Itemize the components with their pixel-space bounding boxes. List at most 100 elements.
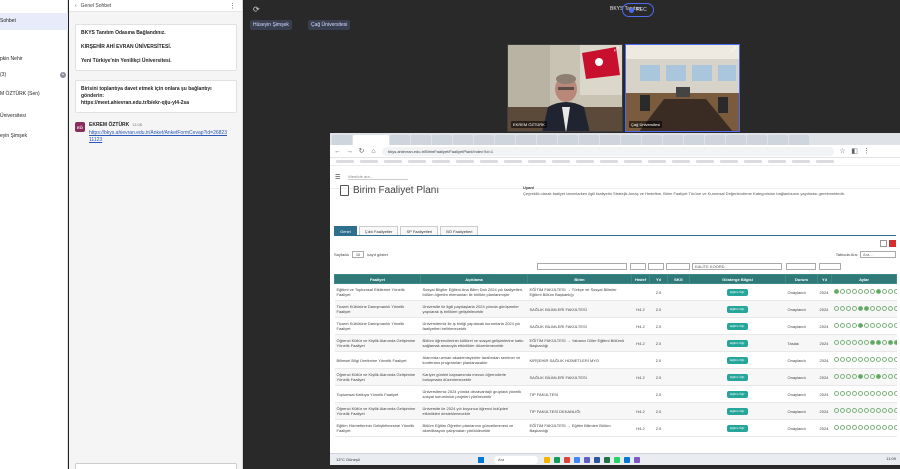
bookmark[interactable] <box>408 160 426 163</box>
bookmark[interactable] <box>720 160 738 163</box>
month-indicator[interactable] <box>875 374 881 379</box>
browser-tab[interactable] <box>621 135 641 145</box>
status-badge[interactable]: Eğitim Öğr. <box>727 407 748 415</box>
back-icon[interactable]: ‹ <box>75 3 77 9</box>
month-indicator[interactable] <box>851 425 857 430</box>
month-indicator[interactable] <box>863 289 869 294</box>
browser-tab[interactable] <box>684 135 704 145</box>
hamburger-icon[interactable]: ☰ <box>335 174 340 181</box>
month-indicator[interactable] <box>863 425 869 430</box>
app-icon[interactable] <box>634 457 640 463</box>
month-indicator[interactable] <box>833 357 839 362</box>
month-indicator[interactable] <box>833 374 839 379</box>
month-indicator[interactable] <box>857 374 863 379</box>
browser-tab[interactable] <box>600 135 620 145</box>
bookmark[interactable] <box>384 160 402 163</box>
month-indicator[interactable] <box>869 340 875 345</box>
month-indicator[interactable] <box>833 340 839 345</box>
month-indicator[interactable] <box>893 408 897 413</box>
menu-search-input[interactable]: Menüde ara... <box>348 174 409 180</box>
reload-icon[interactable]: ↻ <box>358 147 365 155</box>
whatsapp-icon[interactable] <box>614 457 620 463</box>
browser-tab[interactable] <box>332 135 352 145</box>
extensions-icon[interactable]: ◧ <box>851 147 858 155</box>
left-nav-item-chat[interactable]: Sohbet <box>0 18 16 24</box>
month-indicator[interactable] <box>869 289 875 294</box>
month-indicator[interactable] <box>839 289 845 294</box>
table-row[interactable]: Ticaret Kültürüne Danışmanlık Yönelik Fa… <box>334 300 897 318</box>
month-indicator[interactable] <box>881 340 887 345</box>
month-indicator[interactable] <box>833 289 839 294</box>
app-icon[interactable] <box>554 457 560 463</box>
weather-widget[interactable]: 13°C Güneşli <box>336 457 386 462</box>
browser-tab[interactable] <box>747 135 767 145</box>
left-nav-item-3[interactable]: M ÖZTÜRK (Sen) <box>0 91 40 97</box>
month-indicator[interactable] <box>869 306 875 311</box>
month-indicator[interactable] <box>881 374 887 379</box>
browser-tab[interactable] <box>516 135 536 145</box>
month-indicator[interactable] <box>863 306 869 311</box>
bookmark[interactable] <box>552 160 570 163</box>
left-nav-item-2[interactable]: (3) <box>0 72 6 78</box>
browser-tab[interactable] <box>579 135 599 145</box>
column-header[interactable]: Gösterge Bilgisi <box>689 274 786 284</box>
bookmark[interactable] <box>336 160 354 163</box>
month-indicator[interactable] <box>839 323 845 328</box>
excel-icon[interactable] <box>604 457 610 463</box>
browser-tab[interactable] <box>558 135 578 145</box>
filter-birim-1[interactable] <box>537 263 627 270</box>
column-header[interactable]: SKG <box>667 274 690 284</box>
address-bar[interactable]: bkys.ahievran.edu.tr/BirimFaaliyet/Faali… <box>382 146 834 156</box>
month-indicator[interactable] <box>875 408 881 413</box>
browser-tab[interactable] <box>642 135 662 145</box>
month-indicator[interactable] <box>893 323 897 328</box>
month-indicator[interactable] <box>845 357 851 362</box>
filter-yil-2[interactable] <box>819 263 841 270</box>
column-header[interactable]: Açıklama <box>420 274 528 284</box>
word-icon[interactable] <box>594 457 600 463</box>
month-indicator[interactable] <box>839 408 845 413</box>
month-indicator[interactable] <box>863 340 869 345</box>
month-indicator[interactable] <box>893 374 897 379</box>
month-indicator[interactable] <box>851 374 857 379</box>
month-indicator[interactable] <box>857 425 863 430</box>
status-badge[interactable]: Eğitim Öğr. <box>727 305 748 313</box>
home-icon[interactable]: ⌂ <box>370 148 377 155</box>
month-indicator[interactable] <box>851 340 857 345</box>
month-indicator[interactable] <box>839 357 845 362</box>
bookmark[interactable] <box>816 160 834 163</box>
browser-tab[interactable] <box>768 135 788 145</box>
month-indicator[interactable] <box>857 391 863 396</box>
bookmark[interactable] <box>456 160 474 163</box>
month-indicator[interactable] <box>887 357 893 362</box>
month-indicator[interactable] <box>857 289 863 294</box>
month-indicator[interactable] <box>833 425 839 430</box>
bookmark[interactable] <box>744 160 762 163</box>
bookmark[interactable] <box>360 160 378 163</box>
month-indicator[interactable] <box>839 374 845 379</box>
bookmark[interactable] <box>624 160 642 163</box>
month-indicator[interactable] <box>887 425 893 430</box>
filter-durum[interactable] <box>786 263 816 270</box>
bookmark[interactable] <box>648 160 666 163</box>
record-button[interactable]: REC <box>622 3 654 17</box>
month-indicator[interactable] <box>893 357 897 362</box>
month-indicator[interactable] <box>887 408 893 413</box>
month-indicator[interactable] <box>869 425 875 430</box>
browser-tab[interactable] <box>411 135 431 145</box>
browser-tab[interactable] <box>390 135 410 145</box>
month-indicator[interactable] <box>881 408 887 413</box>
bookmark[interactable] <box>696 160 714 163</box>
month-indicator[interactable] <box>845 340 851 345</box>
month-indicator[interactable] <box>869 408 875 413</box>
browser-tab[interactable] <box>705 135 725 145</box>
bookmark[interactable] <box>504 160 522 163</box>
month-indicator[interactable] <box>869 374 875 379</box>
table-row[interactable]: Ticaret Kültürüne Danışmanlık Yönelik Fa… <box>334 317 897 335</box>
pdf-export-button[interactable] <box>889 240 896 247</box>
browser-tab[interactable] <box>495 135 515 145</box>
month-indicator[interactable] <box>887 374 893 379</box>
browser-tab[interactable] <box>663 135 683 145</box>
more-options-icon[interactable]: ⋮ <box>229 2 236 10</box>
forward-arrow-icon[interactable]: → <box>346 148 353 155</box>
